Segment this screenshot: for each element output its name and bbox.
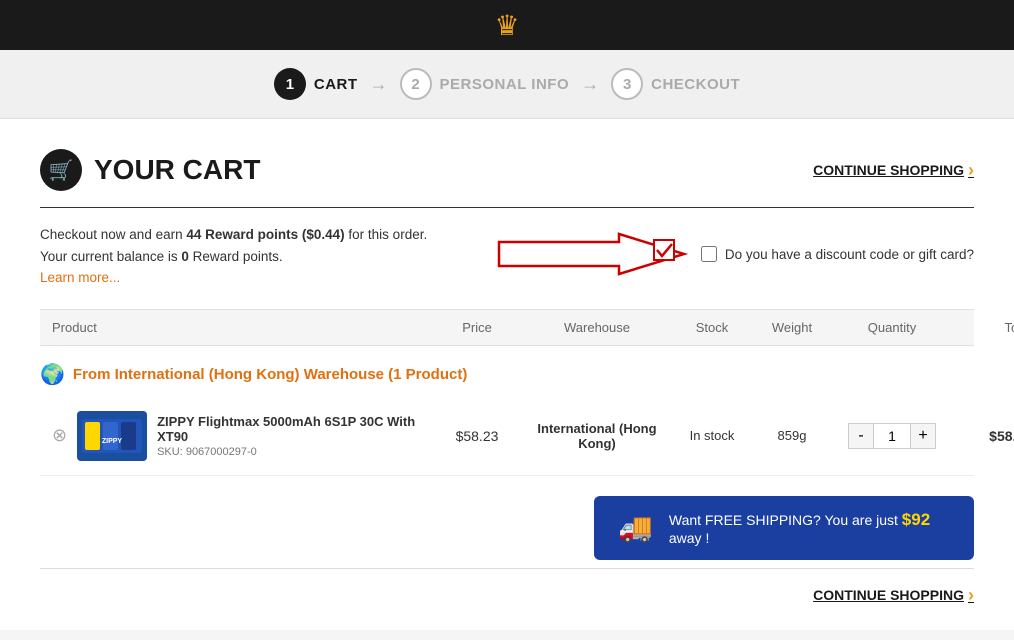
checkout-steps: 1 CART → 2 PERSONAL INFO → 3 CHECKOUT [0, 50, 1014, 119]
rewards-balance: 0 [181, 249, 189, 264]
cart-title: YOUR CART [94, 154, 260, 186]
product-stock: In stock [672, 428, 752, 443]
col-stock: Stock [672, 320, 752, 335]
step-1-circle: 1 [274, 68, 306, 100]
rewards-text-3: Your current balance is [40, 249, 181, 264]
col-total: Total [952, 320, 1014, 335]
remove-item-button[interactable]: ⊗ [52, 425, 67, 446]
warehouse-title: 🌍 From International (Hong Kong) Warehou… [40, 362, 974, 387]
quantity-input[interactable] [874, 423, 910, 449]
cart-header: 🛒 YOUR CART CONTINUE SHOPPING › [40, 149, 974, 191]
crown-icon: ♛ [494, 9, 519, 42]
cart-title-area: 🛒 YOUR CART [40, 149, 260, 191]
globe-icon: 🌍 [40, 362, 65, 387]
shipping-text-2: away ! [669, 530, 709, 546]
rewards-text-1: Checkout now and earn [40, 227, 186, 242]
product-cell: ⊗ ZIPPY ZIPPY Flightmax 5000mAh 6S1P 30C… [52, 411, 432, 461]
discount-area: Do you have a discount code or gift card… [489, 224, 974, 284]
rewards-text: Checkout now and earn 44 Reward points (… [40, 224, 427, 289]
continue-shopping-top-label: CONTINUE SHOPPING [813, 162, 964, 178]
warehouse-section: 🌍 From International (Hong Kong) Warehou… [40, 362, 974, 387]
step-arrow-2: → [581, 74, 599, 95]
cart-icon: 🛒 [40, 149, 82, 191]
step-arrow-1: → [370, 74, 388, 95]
main-content: 🛒 YOUR CART CONTINUE SHOPPING › Checkout… [0, 119, 1014, 630]
product-name: ZIPPY Flightmax 5000mAh 6S1P 30C With XT… [157, 414, 432, 444]
header-divider [40, 207, 974, 208]
chevron-right-icon-bottom: › [968, 585, 974, 606]
shipping-truck-icon: 🚚 [618, 511, 653, 544]
table-row: ⊗ ZIPPY ZIPPY Flightmax 5000mAh 6S1P 30C… [40, 397, 974, 476]
discount-checkbox-area: Do you have a discount code or gift card… [701, 246, 974, 262]
warehouse-title-label: From International (Hong Kong) Warehouse… [73, 366, 467, 383]
table-header: Product Price Warehouse Stock Weight Qua… [40, 309, 974, 346]
discount-label: Do you have a discount code or gift card… [725, 247, 974, 262]
learn-more-link[interactable]: Learn more... [40, 270, 120, 285]
product-sku: SKU: 9067000297-0 [157, 446, 432, 458]
product-price: $58.23 [432, 428, 522, 444]
col-quantity: Quantity [832, 320, 952, 335]
product-warehouse: International (Hong Kong) [522, 421, 672, 451]
col-warehouse: Warehouse [522, 320, 672, 335]
continue-shopping-bottom-button[interactable]: CONTINUE SHOPPING › [813, 585, 974, 606]
quantity-decrease-button[interactable]: - [848, 423, 874, 449]
product-info: ZIPPY Flightmax 5000mAh 6S1P 30C With XT… [157, 414, 432, 458]
continue-shopping-bottom-label: CONTINUE SHOPPING [813, 587, 964, 603]
quantity-stepper: - + [832, 423, 952, 449]
chevron-right-icon-top: › [968, 160, 974, 181]
step-1-label: CART [314, 76, 358, 93]
step-3-circle: 3 [611, 68, 643, 100]
shipping-text: Want FREE SHIPPING? You are just $92 awa… [669, 510, 950, 546]
step-2-label: PERSONAL INFO [440, 76, 570, 93]
col-price: Price [432, 320, 522, 335]
step-3-label: CHECKOUT [651, 76, 740, 93]
continue-shopping-top-button[interactable]: CONTINUE SHOPPING › [813, 160, 974, 181]
col-weight: Weight [752, 320, 832, 335]
step-cart[interactable]: 1 CART [274, 68, 358, 100]
rewards-text-2: for this order. [345, 227, 428, 242]
svg-text:ZIPPY: ZIPPY [102, 438, 123, 445]
quantity-increase-button[interactable]: + [910, 423, 936, 449]
rewards-amount: 44 Reward points ($0.44) [186, 227, 344, 242]
step-2-circle: 2 [400, 68, 432, 100]
product-weight: 859g [752, 428, 832, 443]
product-image: ZIPPY [77, 411, 147, 461]
shipping-amount: $92 [902, 510, 930, 529]
product-total: $58.23 [952, 428, 1014, 444]
rewards-text-4: Reward points. [189, 249, 283, 264]
discount-checkbox[interactable] [701, 246, 717, 262]
top-bar: ♛ [0, 0, 1014, 50]
free-shipping-banner: 🚚 Want FREE SHIPPING? You are just $92 a… [594, 496, 974, 560]
rewards-area: Checkout now and earn 44 Reward points (… [40, 224, 974, 289]
col-product: Product [52, 320, 432, 335]
shipping-text-1: Want FREE SHIPPING? You are just [669, 512, 902, 528]
bottom-bar: CONTINUE SHOPPING › [40, 568, 974, 610]
step-personal-info[interactable]: 2 PERSONAL INFO [400, 68, 570, 100]
step-checkout[interactable]: 3 CHECKOUT [611, 68, 740, 100]
arrow-graphic [489, 224, 689, 284]
